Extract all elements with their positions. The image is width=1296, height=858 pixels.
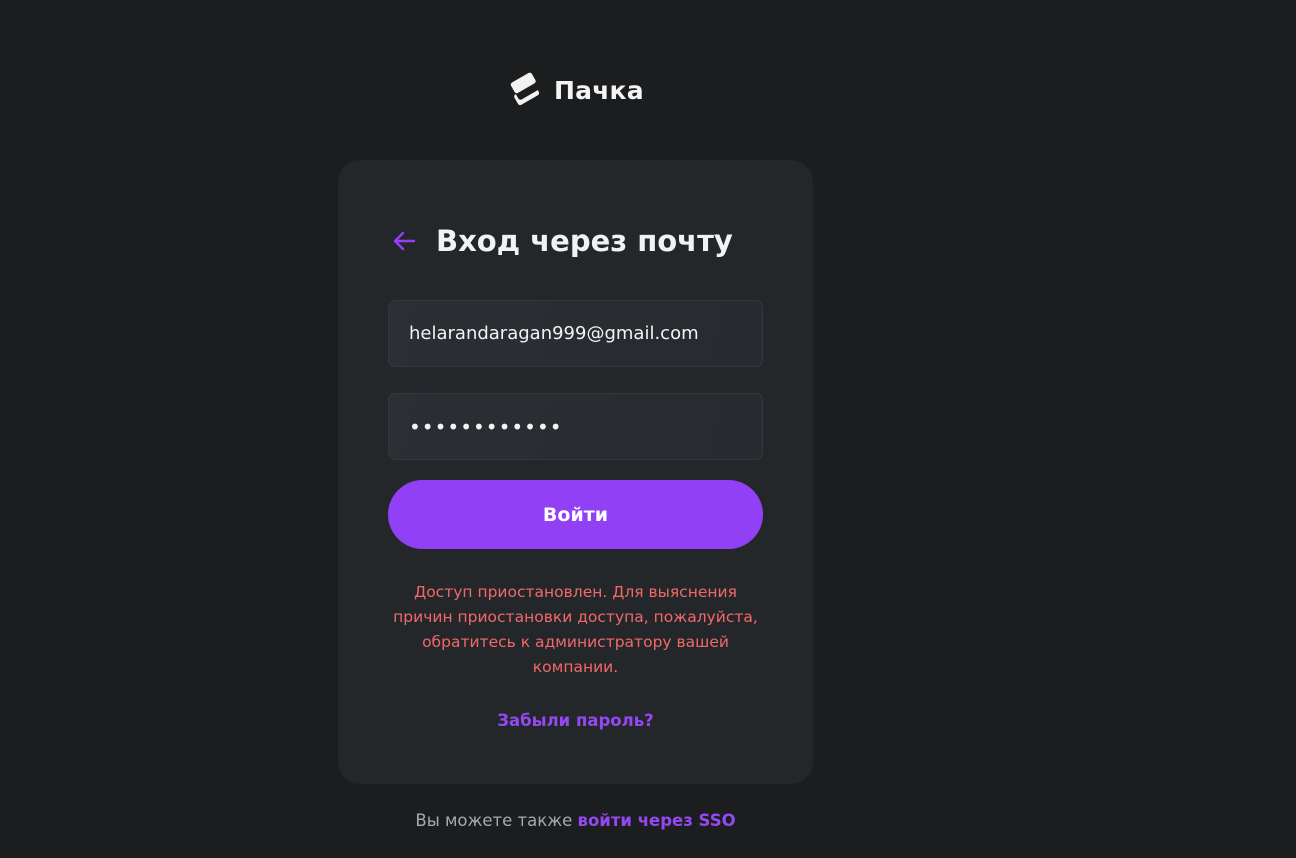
- password-input[interactable]: [409, 414, 742, 439]
- login-page: Пачка Вход через почту Войти Доступ прио…: [0, 0, 1296, 858]
- login-card: Вход через почту Войти Доступ приостанов…: [338, 160, 813, 784]
- forgot-password-link[interactable]: Забыли пароль?: [338, 711, 813, 730]
- brand-logo: Пачка: [506, 68, 644, 112]
- footer-sso: Вы можете также войти через SSO: [338, 811, 813, 830]
- email-field[interactable]: [388, 300, 763, 367]
- email-input[interactable]: [409, 323, 742, 344]
- login-button[interactable]: Войти: [388, 480, 763, 549]
- login-header: Вход через почту: [390, 224, 733, 258]
- stack-cards-icon: [510, 72, 540, 106]
- sso-login-link[interactable]: войти через SSO: [578, 811, 736, 830]
- arrow-left-icon[interactable]: [390, 227, 418, 255]
- error-message: Доступ приостановлен. Для выяснения прич…: [393, 583, 758, 676]
- page-title: Вход через почту: [436, 224, 733, 258]
- brand-name: Пачка: [554, 75, 644, 105]
- footer-prefix: Вы можете также: [415, 811, 573, 830]
- password-field[interactable]: [388, 393, 763, 460]
